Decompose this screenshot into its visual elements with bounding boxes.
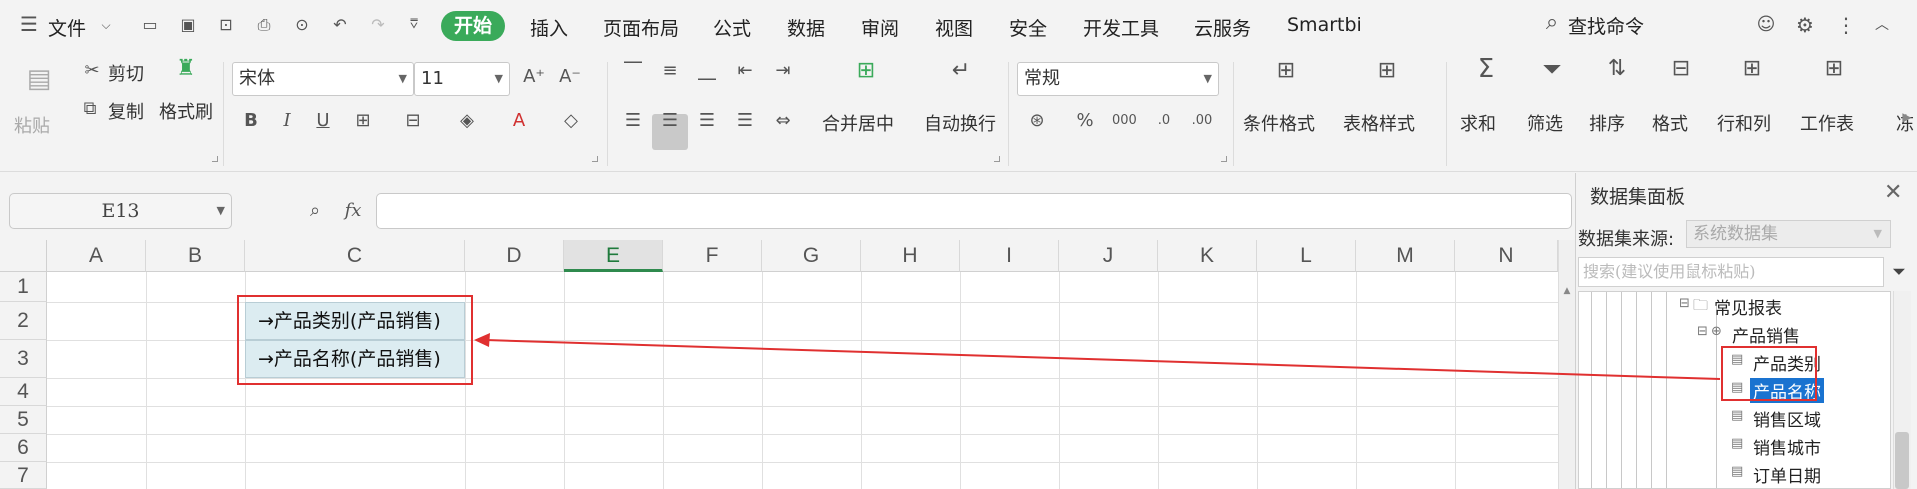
arrow-line <box>485 339 1721 380</box>
annotation-arrow <box>474 333 1721 380</box>
arrow-head <box>474 333 490 347</box>
